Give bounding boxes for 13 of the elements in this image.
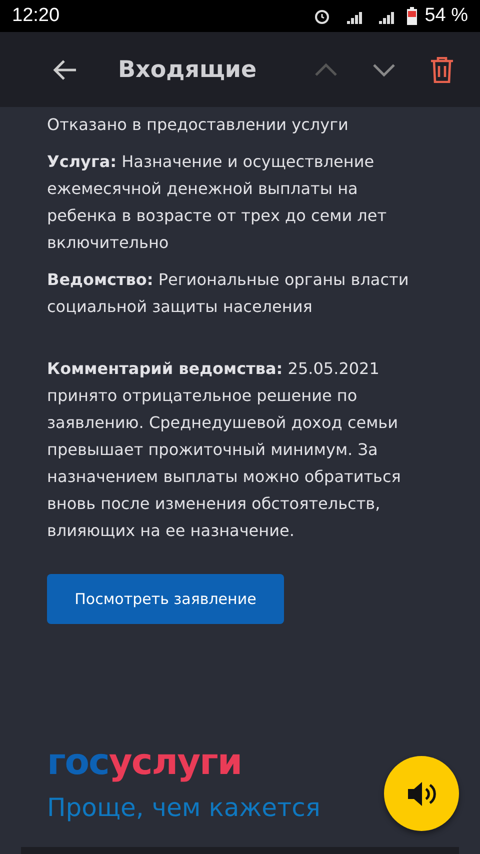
detail-text: Ведомство: Региональные органы власти социальной защиты населения [47,269,410,318]
tagline: Проще, чем кажется [47,793,320,822]
clock-time: 12:20 [12,5,60,27]
logo: госуслуги [47,742,243,783]
alarm-icon [312,7,331,25]
screen-title: Входящие [118,56,258,82]
battery-icon [406,7,417,25]
comment-text: Комментарий ведомства: 25.05.2021 принято отрицательное решение по заявлению. Среднедушевой доход семьи превышает прожиточный минимум. За назначением выплаты можно обратиться вновь после изменения обстоятельств, влияющих на ее назначение. [47,358,402,542]
detail-text: Услуга: Назначение и осуществление ежемесячной денежной выплаты на ребенка в возрасте от трех до семи лет включительно [47,151,388,254]
battery-percent: 54 % [424,5,468,27]
view-application-button[interactable]: Посмотреть заявление [47,574,284,624]
speaker-icon [406,780,438,808]
status-text: Отказано в предоставлении услуги [47,114,350,136]
